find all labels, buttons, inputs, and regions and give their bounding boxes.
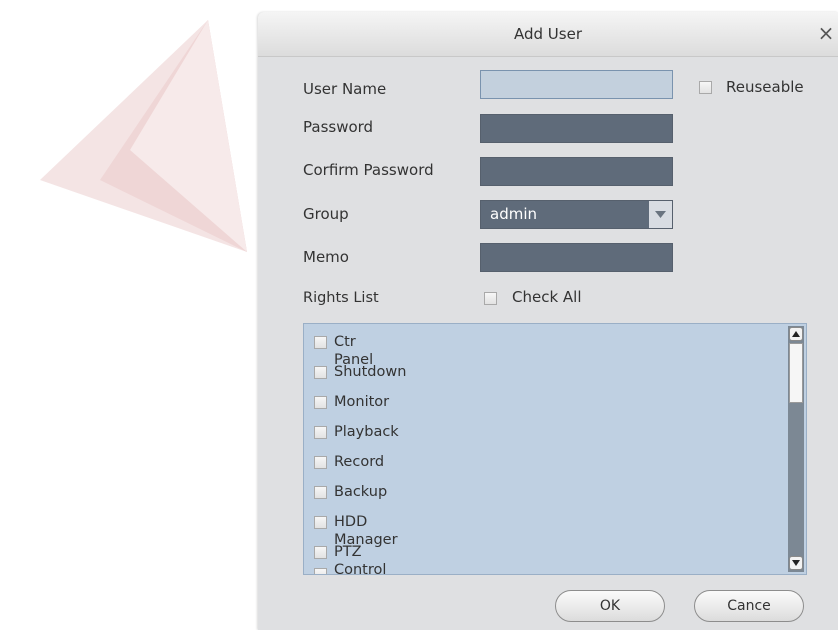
rights-item-checkbox[interactable] — [314, 568, 327, 574]
close-icon[interactable]: × — [816, 23, 836, 43]
memo-input[interactable] — [480, 243, 673, 272]
memo-label: Memo — [303, 248, 349, 266]
cancel-button[interactable]: Cance — [694, 590, 804, 622]
rights-item-checkbox[interactable] — [314, 456, 327, 469]
username-input[interactable] — [480, 70, 673, 99]
group-label: Group — [303, 205, 349, 223]
rights-list-label: Rights List — [303, 290, 379, 306]
rights-list: Ctr Panel Shutdown Monitor Playback Reco… — [303, 323, 807, 575]
rights-item-label: Playback — [334, 424, 399, 440]
password-input[interactable] — [480, 114, 673, 143]
rights-item-checkbox[interactable] — [314, 426, 327, 439]
chevron-down-icon[interactable] — [649, 201, 672, 228]
add-user-dialog: Add User × User Name Reuseable Password … — [258, 12, 838, 630]
check-all-label: Check All — [512, 288, 582, 306]
group-select[interactable]: admin — [480, 200, 673, 229]
scroll-up-arrow-icon[interactable] — [789, 327, 803, 341]
rights-item-checkbox[interactable] — [314, 546, 327, 559]
rights-item-label: Shutdown — [334, 364, 407, 380]
rights-item-label: PTZ Control — [334, 544, 387, 575]
group-select-value: admin — [490, 205, 537, 223]
rights-item-label: Record — [334, 454, 385, 470]
rights-item-checkbox[interactable] — [314, 336, 327, 349]
rights-scrollbar[interactable] — [788, 326, 804, 572]
reuseable-label: Reuseable — [726, 78, 804, 96]
dialog-title: Add User — [514, 25, 582, 43]
rights-item-checkbox[interactable] — [314, 516, 327, 529]
dialog-titlebar: Add User × — [258, 12, 838, 57]
username-label: User Name — [303, 80, 387, 98]
rights-item-label: Monitor — [334, 394, 390, 410]
check-all-checkbox[interactable] — [484, 292, 497, 305]
ok-button[interactable]: OK — [555, 590, 665, 622]
confirm-password-label: Corfirm Password — [303, 161, 434, 179]
rights-item-checkbox[interactable] — [314, 396, 327, 409]
rights-item-label: Backup — [334, 484, 388, 500]
scrollbar-thumb[interactable] — [789, 343, 803, 403]
scroll-down-arrow-icon[interactable] — [789, 556, 803, 570]
rights-item-checkbox[interactable] — [314, 366, 327, 379]
brand-logo-watermark — [40, 20, 247, 252]
confirm-password-input[interactable] — [480, 157, 673, 186]
password-label: Password — [303, 118, 374, 136]
reuseable-checkbox[interactable] — [699, 81, 712, 94]
rights-item-checkbox[interactable] — [314, 486, 327, 499]
